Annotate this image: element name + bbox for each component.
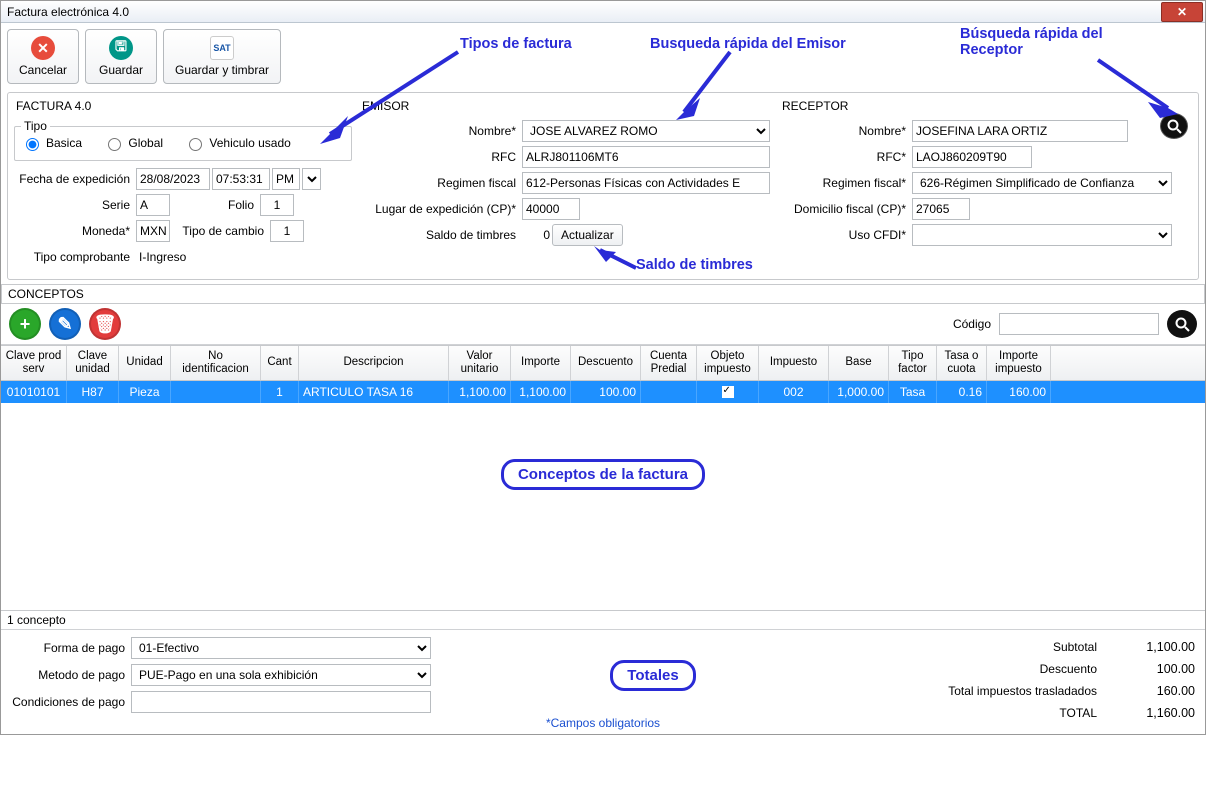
receptor-regimen-label: Regimen fiscal* (780, 176, 910, 190)
objeto-impuesto-check (697, 381, 759, 403)
tipo-basica-radio[interactable]: Basica (21, 135, 82, 151)
cancel-icon: ✕ (31, 36, 55, 60)
ampm-input[interactable] (272, 168, 300, 190)
fecha-input[interactable] (136, 168, 210, 190)
tipo-legend: Tipo (21, 119, 50, 133)
date-dropdown[interactable] (302, 168, 321, 190)
annot-totales: Totales (610, 660, 695, 691)
sat-icon: SAT (210, 36, 234, 60)
receptor-rfc-input[interactable] (912, 146, 1032, 168)
conceptos-grid: Clave prod serv Clave unidad Unidad No i… (1, 345, 1205, 611)
annot-conceptos: Conceptos de la factura (501, 459, 705, 490)
emisor-section: EMISOR Nombre* JOSE ALVAREZ ROMO RFC Reg… (356, 95, 776, 271)
cancel-button[interactable]: ✕ Cancelar (7, 29, 79, 84)
emisor-regimen-input[interactable] (522, 172, 770, 194)
search-icon (1175, 317, 1190, 332)
window: Factura electrónica 4.0 ✕ ✕ Cancelar 🖫 G… (0, 0, 1206, 735)
fecha-label: Fecha de expedición (14, 172, 134, 186)
tipo-vehiculo-radio[interactable]: Vehiculo usado (184, 135, 290, 151)
edit-concepto-button[interactable]: ✎ (49, 308, 81, 340)
tipo-comp-label: Tipo comprobante (14, 250, 134, 264)
campos-obligatorios: *Campos obligatorios (1, 716, 1205, 730)
tipo-comp-value (136, 246, 246, 268)
conceptos-title: CONCEPTOS (1, 284, 1205, 304)
cond-pago-label: Condiciones de pago (9, 695, 129, 709)
save-icon: 🖫 (109, 36, 133, 60)
receptor-search-button[interactable] (1160, 113, 1188, 139)
factura-section: FACTURA 4.0 Tipo Basica Global Vehiculo … (10, 95, 356, 271)
emisor-rfc-label: RFC (360, 150, 520, 164)
conceptos-count: 1 concepto (1, 611, 1205, 630)
footer: Forma de pago 01-Efectivo Metodo de pago… (1, 630, 1205, 734)
folio-input[interactable] (260, 194, 294, 216)
forma-pago-label: Forma de pago (9, 641, 129, 655)
forma-pago-select[interactable]: 01-Efectivo (131, 637, 431, 659)
emisor-saldo-value: 0 (522, 228, 550, 242)
window-close-button[interactable]: ✕ (1161, 2, 1203, 22)
tipo-cambio-input[interactable] (270, 220, 304, 242)
serie-label: Serie (14, 198, 134, 212)
add-concepto-button[interactable]: + (9, 308, 41, 340)
codigo-search-button[interactable] (1167, 310, 1197, 338)
grid-header: Clave prod serv Clave unidad Unidad No i… (1, 345, 1205, 381)
tipo-cambio-label: Tipo de cambio (172, 224, 268, 238)
save-stamp-button[interactable]: SAT Guardar y timbrar (163, 29, 281, 84)
conceptos-toolbar: + ✎ 🗑 Código (1, 304, 1205, 345)
emisor-nombre-label: Nombre* (360, 124, 520, 138)
hora-input[interactable] (212, 168, 270, 190)
folio-label: Folio (172, 198, 258, 212)
receptor-nombre-label: Nombre* (780, 124, 910, 138)
emisor-nombre-select[interactable]: JOSE ALVAREZ ROMO (522, 120, 770, 142)
moneda-label: Moneda* (14, 224, 134, 238)
table-row[interactable]: 01010101 H87 Pieza 1 ARTICULO TASA 16 1,… (1, 381, 1205, 403)
emisor-regimen-label: Regimen fiscal (360, 176, 520, 190)
receptor-uso-select[interactable] (912, 224, 1172, 246)
receptor-regimen-select[interactable]: 626-Régimen Simplificado de Confianza (912, 172, 1172, 194)
tipo-global-radio[interactable]: Global (103, 135, 163, 151)
tipo-fieldset: Tipo Basica Global Vehiculo usado (14, 119, 352, 161)
titlebar: Factura electrónica 4.0 ✕ (1, 1, 1205, 23)
metodo-pago-label: Metodo de pago (9, 668, 129, 682)
receptor-section: RECEPTOR Nombre* RFC* Regimen fiscal* 62… (776, 95, 1186, 271)
emisor-rfc-input[interactable] (522, 146, 770, 168)
emisor-title: EMISOR (362, 99, 770, 113)
grid-body: 01010101 H87 Pieza 1 ARTICULO TASA 16 1,… (1, 381, 1205, 611)
receptor-domicilio-label: Domicilio fiscal (CP)* (780, 202, 910, 216)
moneda-input[interactable] (136, 220, 170, 242)
search-icon (1167, 119, 1182, 134)
receptor-title: RECEPTOR (782, 99, 1180, 113)
header-sections: FACTURA 4.0 Tipo Basica Global Vehiculo … (7, 92, 1199, 280)
emisor-lugar-input[interactable] (522, 198, 580, 220)
receptor-uso-label: Uso CFDI* (780, 228, 910, 242)
delete-concepto-button[interactable]: 🗑 (89, 308, 121, 340)
receptor-rfc-label: RFC* (780, 150, 910, 164)
actualizar-button[interactable]: Actualizar (552, 224, 623, 246)
factura-title: FACTURA 4.0 (16, 99, 350, 113)
codigo-input[interactable] (999, 313, 1159, 335)
totals: Subtotal1,100.00 Descuento100.00 Total i… (857, 636, 1197, 724)
metodo-pago-select[interactable]: PUE-Pago en una sola exhibición (131, 664, 431, 686)
emisor-lugar-label: Lugar de expedición (CP)* (360, 202, 520, 216)
receptor-domicilio-input[interactable] (912, 198, 970, 220)
emisor-saldo-label: Saldo de timbres (360, 228, 520, 242)
receptor-nombre-input[interactable] (912, 120, 1128, 142)
cond-pago-input[interactable] (131, 691, 431, 713)
window-title: Factura electrónica 4.0 (7, 5, 129, 19)
save-button[interactable]: 🖫 Guardar (85, 29, 157, 84)
toolbar: ✕ Cancelar 🖫 Guardar SAT Guardar y timbr… (1, 23, 1205, 90)
serie-input[interactable] (136, 194, 170, 216)
codigo-label: Código (953, 317, 991, 331)
